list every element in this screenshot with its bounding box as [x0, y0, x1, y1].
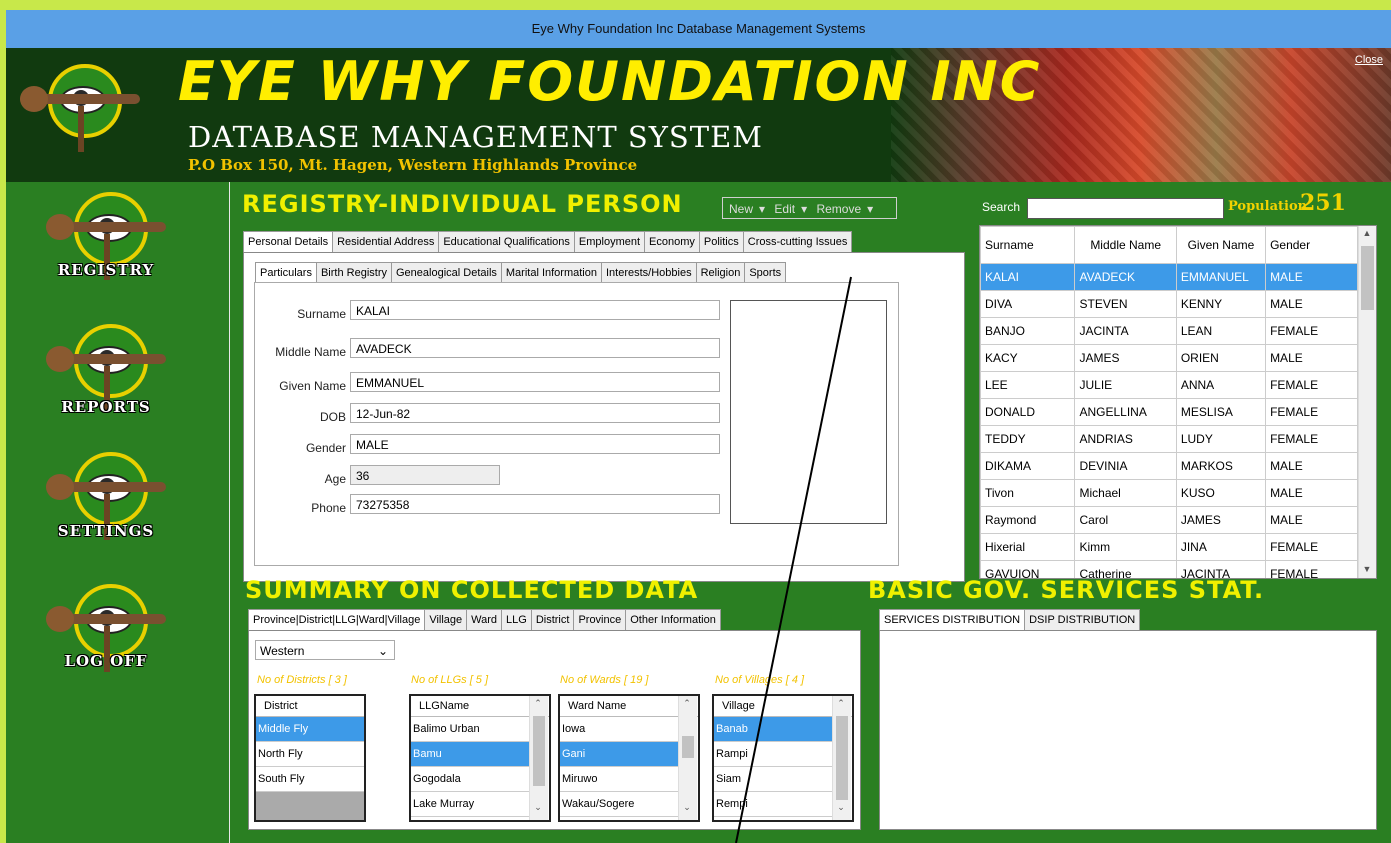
annotation-line	[735, 276, 852, 843]
